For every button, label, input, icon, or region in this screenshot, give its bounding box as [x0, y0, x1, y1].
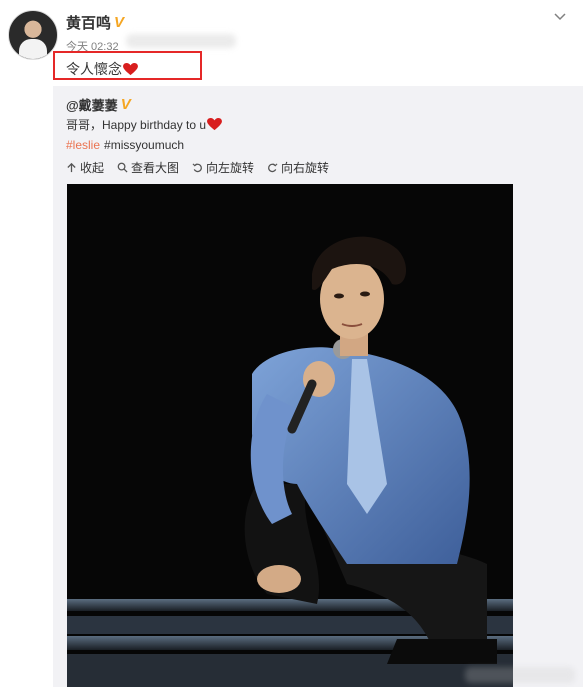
author-name[interactable]: 黄百鸣: [66, 12, 111, 33]
watermark: [465, 667, 575, 683]
rotate-right-icon: [268, 163, 278, 173]
hashtags: #leslie #missyoumuch: [66, 138, 184, 152]
post-text: 令人懷念: [66, 59, 138, 79]
rotate-right-label: 向右旋转: [281, 161, 330, 175]
collapse-button[interactable]: 收起: [66, 159, 104, 176]
blurred-source: [126, 34, 236, 48]
collapse-label: 收起: [80, 161, 105, 175]
hashtag-leslie[interactable]: #leslie: [66, 138, 100, 152]
repost-card: @戴萋萋 V 哥哥，Happy birthday to u #leslie #m…: [53, 86, 583, 687]
post-text-content: 令人懷念: [66, 61, 122, 77]
view-large-button[interactable]: 查看大图: [117, 159, 179, 176]
repost-text: 哥哥，Happy birthday to u: [66, 116, 223, 133]
view-large-label: 查看大图: [131, 161, 180, 175]
chevron-down-icon[interactable]: [553, 10, 567, 24]
hashtag-missyoumuch[interactable]: #missyoumuch: [104, 138, 184, 152]
verified-badge-icon: V: [120, 96, 131, 113]
author-name-row: 黄百鸣 V: [66, 12, 124, 33]
author-avatar[interactable]: [8, 10, 58, 60]
singer-photo-illustration: [67, 184, 513, 687]
heart-emoji-icon: [207, 118, 223, 131]
heart-emoji-icon: [123, 62, 138, 75]
verified-badge-icon: V: [114, 14, 125, 31]
rotate-left-icon: [192, 163, 202, 173]
rotate-left-button[interactable]: 向左旋转: [192, 159, 254, 176]
repost-text-content: 哥哥，Happy birthday to u: [66, 118, 207, 132]
weibo-post: 黄百鸣 V 今天 02:32 令人懷念 @戴萋萋 V 哥哥，Happy birt…: [0, 0, 583, 687]
avatar-figure: [19, 39, 47, 59]
repost-author-row: @戴萋萋 V: [66, 95, 131, 114]
repost-author[interactable]: @戴萋萋: [66, 95, 118, 114]
post-photo[interactable]: [67, 184, 513, 687]
search-icon: [117, 162, 128, 173]
image-actions: 收起 查看大图 向左旋转 向右旋转: [66, 159, 329, 176]
arrow-up-icon: [67, 162, 76, 173]
rotate-left-label: 向左旋转: [206, 161, 255, 175]
rotate-right-button[interactable]: 向右旋转: [267, 159, 329, 176]
